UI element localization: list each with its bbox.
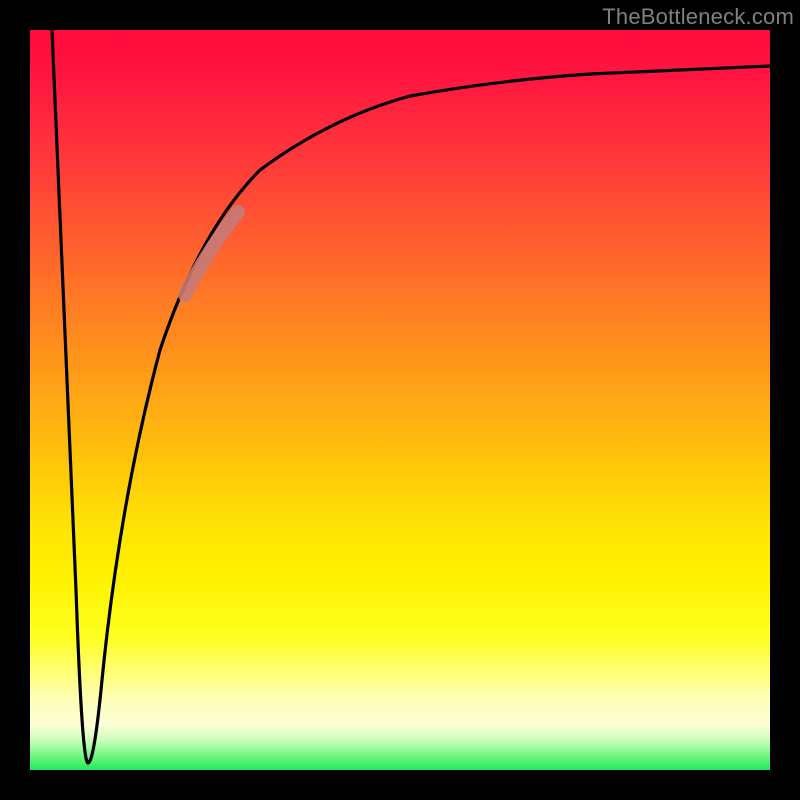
curve-svg	[30, 30, 770, 770]
chart-frame: TheBottleneck.com	[0, 0, 800, 800]
plot-area	[30, 30, 770, 770]
bottleneck-curve	[52, 30, 770, 763]
highlight-segment	[185, 212, 238, 295]
watermark-text: TheBottleneck.com	[602, 4, 794, 30]
